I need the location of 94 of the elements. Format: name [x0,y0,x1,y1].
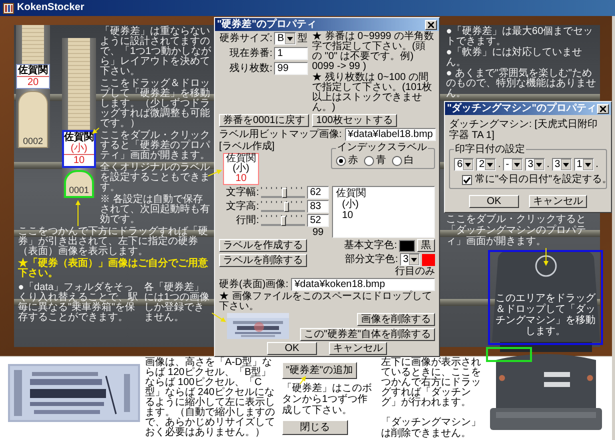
ticket-number: 0002 [22,136,44,147]
text-line: 10 [341,210,354,221]
field-label: 行間: [235,216,259,226]
note-text: ●「軟券」には対応していません。 [446,48,584,68]
note-text: ●「data」フォルダをそっくり入れ替えることで、駅毎に異なる"乗車券箱"を保存することができます。 [18,283,139,323]
dialog-title: "硬券差"のプロパティ [217,19,316,30]
dropdown[interactable]: 1 [574,158,594,171]
field-label: 文字高: [225,202,259,212]
hint-text: ★ 残り枚数は 0~100 の間で指定して下さい。(101枚以上はストックできません。) [312,73,434,113]
add-button[interactable]: "硬券差"の追加 [282,362,358,379]
field-label: 現在券番: [228,48,272,58]
ticket-card[interactable]: 0001 [64,170,94,198]
dialog-title: "ダッチングマシン"のプロパティ [447,103,596,114]
section-label: [ラベル作成] [219,142,275,152]
dropdown[interactable]: 3 [524,158,545,171]
text-area[interactable]: 佐賀関 (小) 10 [332,186,435,238]
note-text: このエリアをドラッグ＆ドロップして「ダッチングマシン」を移動します。 [494,293,596,337]
radio-label: 青 [376,156,386,166]
field-label: ダッチングマシン: [天虎式日附印字器 TA 1] [449,119,598,141]
separator-text: . [546,159,550,170]
dropdown[interactable]: 3 [552,158,572,171]
note-text: ここをドラッグ＆ドロップして「硬券差」を移動します。（少しずつドラッグすれば微調整も可能です。） [100,79,211,129]
label-text: 20 [17,76,49,88]
field-label: 残り枚数: [228,64,272,74]
ticket-card[interactable]: 0002 [18,91,48,148]
group-title: 印字日付の設定 [454,144,526,155]
label-text: (小) [232,164,250,174]
note-text: 全くオリジナルのラベルを設定することもできます。 [100,163,211,193]
dropdown[interactable]: - [502,158,523,171]
button[interactable]: 黒 [417,239,435,252]
button[interactable]: 100枚セットする [312,114,397,127]
note-text: ● あくまで"雰囲気を楽しむ"ためのもので、特別な機能はありません。 [446,69,597,99]
hint-text: ★ 画像ファイルをこのスペースにドロップして下さい。 [219,292,433,312]
dropdown[interactable]: B [274,32,296,45]
button[interactable]: ラベルを削除する [219,254,307,267]
button[interactable]: キャンセル [329,342,387,355]
note-text: 画像は、高さを「A-D型」ならば 120ピクセル、「B型」ならば 100ピクセル、「C型」ならば 240ピクセルになるように縮小して左に表示します。（自動で縮小しますので、あらかじめリサイズしておく必要はありません。） [145,358,276,439]
input-field[interactable]: 52 [307,214,329,227]
ticket-number: 0001 [68,185,90,196]
button[interactable]: OK [469,195,519,208]
text-line: 佐賀関 [336,188,367,199]
input-field[interactable]: 62 [307,186,329,199]
label-text: 10 [64,154,94,166]
note-text: ここをダブル・クリックすると「硬券差のプロパティ」画面が開きます。 [100,131,212,161]
note-text: 左下に画像が表示されているときに、ここをつかんで右方にドラッグすれば「ダッチング」が行われます。 [381,358,482,408]
button[interactable]: ラベルを作成する [219,239,307,252]
label-text: 10 [235,174,247,184]
dropdown[interactable]: 3 [400,253,420,266]
note-text: 「硬券差」はこのボタンから1つずつ作成して下さい。 [282,383,373,416]
radio-label: 赤 [348,156,358,166]
ticket-label[interactable]: 佐賀関 20 [16,64,50,89]
label-text: 佐賀関 [225,154,257,164]
text-line: (小) [341,199,360,210]
radio-label: 白 [404,156,414,166]
note-text: 「硬券差」は重ならないように設計されてますので、「1つ1つ動かしながら」レイアウトを決めて下さい。 [100,27,212,77]
button[interactable]: キャンセル [529,195,587,208]
field-label: 部分文字色: [345,254,398,264]
field-label: 型 [297,34,308,44]
note-text: ここをダブル・クリックすると「ダッチングマシンのプロパティ」画面が開きます。 [446,214,587,247]
separator-text: . [596,159,598,170]
hint-text: ★ 券番は 0~9999 の半角数字で指定して下さい。(頭の "0" は不要です。例) 0099 -> 99 ) [312,32,435,72]
dropdown[interactable]: 6 [454,158,474,171]
dropdown[interactable]: 2 [476,158,496,171]
checkbox-label: 常に"今日の日付"を設定する。 [475,174,612,185]
close-button[interactable]: 閉じる [282,420,348,435]
input-field[interactable]: ¥data¥label18.bmp [344,128,436,141]
input-field[interactable]: 99 [274,62,308,75]
field-label: 硬券サイズ: [219,34,272,44]
field-label: ラベル用ビットマップ画像: [219,130,342,140]
input-field[interactable]: ¥data¥koken18.bmp [291,278,435,291]
input-field[interactable]: 1 [274,47,308,60]
field-label: 硬券(表面)画像: [219,280,288,290]
window-title: KokenStocker [17,2,84,14]
note-text: ★「硬券（表面）」画像はご自分でご用意下さい。 [18,259,209,279]
field-label: 行目のみ [395,267,435,277]
button[interactable]: 画像を削除する [357,313,435,326]
note-text: ●「硬券差」は最大60個までセットできます。 [446,27,594,47]
note-text: 「ダッチングマシン」は削除できません。 [381,417,482,439]
button[interactable]: この"硬券差"自体を削除する [300,328,435,341]
label-text: 佐賀関 [17,65,49,76]
note-text: ここをつかんで下方にドラッグすれば「硬券」が引き出されて、左下に指定の硬券（表面）画像を表示します。 [18,227,209,257]
label-text: 佐賀関 [64,132,94,143]
label-text: (小) [70,143,88,154]
note-text: ※ 各設定は自動で保存されて、次回起動時も有効です。 [100,195,211,225]
field-label: 文字幅: [225,188,259,198]
field-note: 99 [311,228,325,238]
input-field[interactable]: 83 [307,200,329,213]
group-title: インデックスラベル [336,143,428,153]
field-label: 基本文字色: [344,240,397,250]
note-text: 各「硬券差」には1つの画像しか登録できません。 [144,283,211,323]
ticket-label[interactable]: 佐賀関 (小) 10 [62,130,96,168]
button[interactable]: 券番を0001に戻す [219,114,310,127]
button[interactable]: OK [267,342,317,355]
separator-text: . [498,159,501,170]
